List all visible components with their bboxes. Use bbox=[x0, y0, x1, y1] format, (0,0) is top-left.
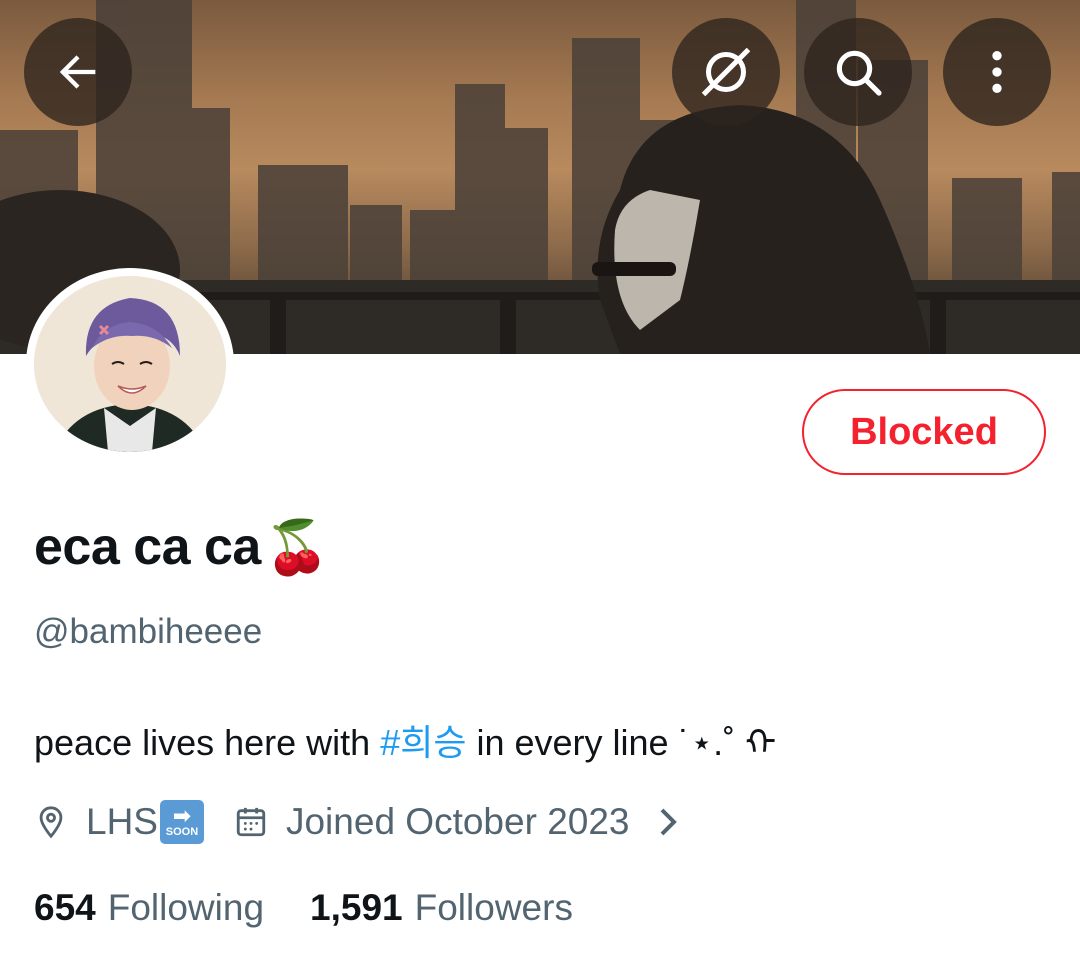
followers-label: Followers bbox=[414, 887, 573, 928]
user-handle: @bambiheeee bbox=[34, 612, 263, 651]
following-count: 654 bbox=[34, 887, 96, 928]
calendar-icon bbox=[234, 805, 268, 839]
following-link[interactable]: 654 Following bbox=[34, 887, 264, 929]
search-icon bbox=[836, 50, 882, 96]
soon-arrow-emoji: ➡ SOON bbox=[159, 800, 204, 844]
translate-slash-icon bbox=[701, 47, 751, 97]
translate-button[interactable] bbox=[672, 18, 780, 126]
following-label: Following bbox=[107, 887, 265, 928]
join-date[interactable]: Joined October 2023 bbox=[234, 801, 680, 843]
display-name-text: eca ca ca bbox=[34, 518, 261, 576]
bio-text-end: in every line ˙⋆.˚ ᡣ bbox=[466, 722, 777, 763]
followers-link[interactable]: 1,591 Followers bbox=[310, 887, 573, 929]
followers-count: 1,591 bbox=[310, 887, 403, 928]
avatar-image bbox=[34, 276, 226, 452]
profile-bio: peace lives here with #희승 in every line … bbox=[34, 703, 776, 766]
follow-stats: 654 Following 1,591 Followers bbox=[34, 880, 573, 936]
cherry-emoji: 🍒 bbox=[264, 518, 330, 577]
back-button[interactable] bbox=[24, 18, 132, 126]
more-options-button[interactable] bbox=[943, 18, 1051, 126]
arrow-left-icon bbox=[59, 55, 96, 89]
chevron-right-icon[interactable] bbox=[656, 806, 680, 838]
more-vertical-icon bbox=[992, 51, 1002, 93]
avatar[interactable] bbox=[26, 268, 234, 460]
blocked-button[interactable]: Blocked bbox=[802, 389, 1046, 475]
display-name: eca ca ca 🍒 bbox=[34, 512, 330, 582]
search-button[interactable] bbox=[804, 18, 912, 126]
joined-text: Joined October 2023 bbox=[285, 801, 630, 842]
location-pin-icon bbox=[34, 805, 68, 839]
profile-meta: LHS ➡ SOON Joined October 2023 bbox=[34, 792, 680, 852]
location-text: LHS bbox=[86, 801, 158, 842]
bio-hashtag-link[interactable]: #희승 bbox=[380, 722, 466, 763]
bio-text-start: peace lives here with bbox=[34, 722, 381, 763]
location: LHS ➡ SOON bbox=[34, 800, 204, 844]
